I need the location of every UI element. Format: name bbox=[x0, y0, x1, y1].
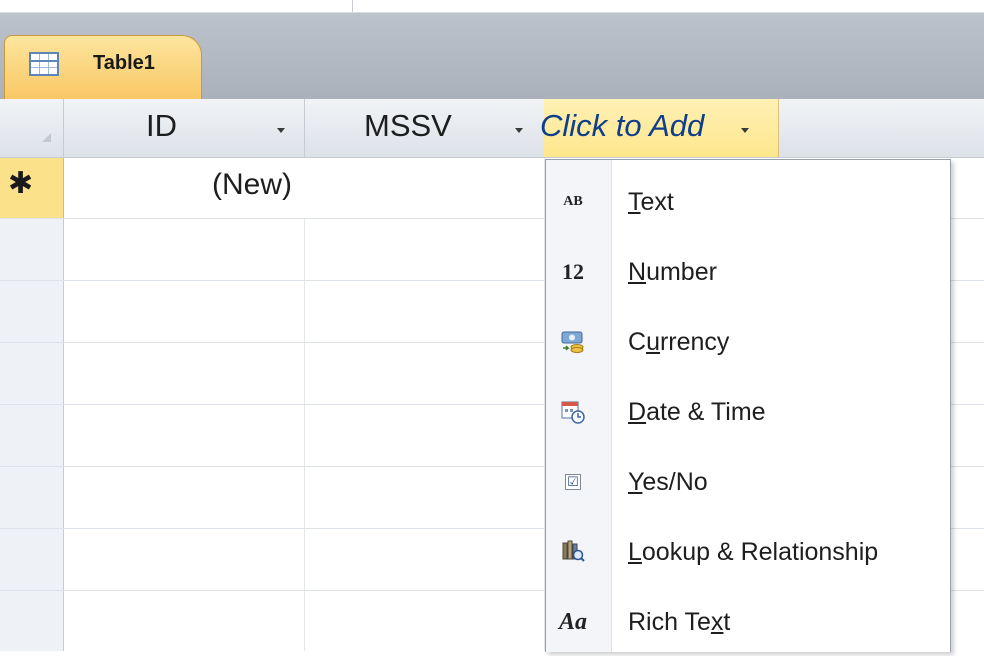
datasheet-header-row: ID MSSV Click to Add bbox=[0, 99, 984, 158]
menu-item-currency[interactable]: Currency bbox=[546, 306, 950, 376]
table-icon bbox=[29, 52, 59, 76]
column-header-click-to-add[interactable]: Click to Add bbox=[540, 99, 779, 157]
column-header-label: Click to Add bbox=[540, 108, 705, 143]
top-divider bbox=[352, 0, 353, 12]
new-record-icon: ✱ bbox=[8, 167, 34, 200]
column-header-mssv[interactable]: MSSV bbox=[304, 99, 545, 157]
menu-item-label: Number bbox=[628, 258, 717, 286]
new-record-id-cell[interactable]: (New) bbox=[212, 168, 292, 202]
field-type-menu: AB Text 12 Number Currency Date & Time ☑… bbox=[545, 159, 951, 652]
menu-item-number[interactable]: 12 Number bbox=[546, 236, 950, 306]
select-all-corner[interactable] bbox=[0, 99, 64, 157]
yes-no-type-icon: ☑ bbox=[553, 464, 593, 500]
chevron-down-icon[interactable] bbox=[277, 128, 285, 133]
menu-item-lookup[interactable]: Lookup & Relationship bbox=[546, 516, 950, 586]
lookup-type-icon bbox=[553, 534, 593, 570]
tab-label: Table1 bbox=[93, 52, 155, 74]
chevron-down-icon[interactable] bbox=[741, 128, 749, 133]
checkbox-glyph: ☑ bbox=[565, 474, 581, 490]
menu-item-rich-text[interactable]: Aa Rich Text bbox=[546, 586, 950, 656]
column-header-label: MSSV bbox=[364, 108, 452, 143]
new-record-selector[interactable]: ✱ bbox=[0, 158, 64, 218]
menu-item-yes-no[interactable]: ☑ Yes/No bbox=[546, 446, 950, 516]
tab-table1[interactable]: Table1 bbox=[4, 35, 202, 100]
menu-item-label: Lookup & Relationship bbox=[628, 538, 879, 566]
currency-type-icon bbox=[553, 324, 593, 360]
text-type-icon: AB bbox=[563, 194, 583, 209]
object-tab-bar: Table1 bbox=[0, 13, 984, 100]
column-header-label: ID bbox=[146, 108, 177, 143]
corner-mark bbox=[42, 133, 51, 142]
chevron-down-icon[interactable] bbox=[515, 128, 523, 133]
number-type-icon: 12 bbox=[562, 259, 584, 284]
menu-item-label: Rich Text bbox=[628, 608, 731, 636]
rich-text-type-icon: Aa bbox=[558, 608, 587, 635]
menu-item-label: Text bbox=[628, 188, 674, 216]
column-header-id[interactable]: ID bbox=[63, 99, 305, 157]
menu-item-label: Currency bbox=[628, 328, 730, 356]
new-record-row[interactable]: ✱ (New) bbox=[0, 158, 544, 218]
date-time-type-icon bbox=[553, 394, 593, 430]
menu-item-text[interactable]: AB Text bbox=[546, 166, 950, 236]
menu-item-label: Date & Time bbox=[628, 398, 766, 426]
menu-item-label: Yes/No bbox=[628, 468, 708, 496]
menu-item-date-time[interactable]: Date & Time bbox=[546, 376, 950, 446]
top-strip bbox=[0, 0, 984, 13]
